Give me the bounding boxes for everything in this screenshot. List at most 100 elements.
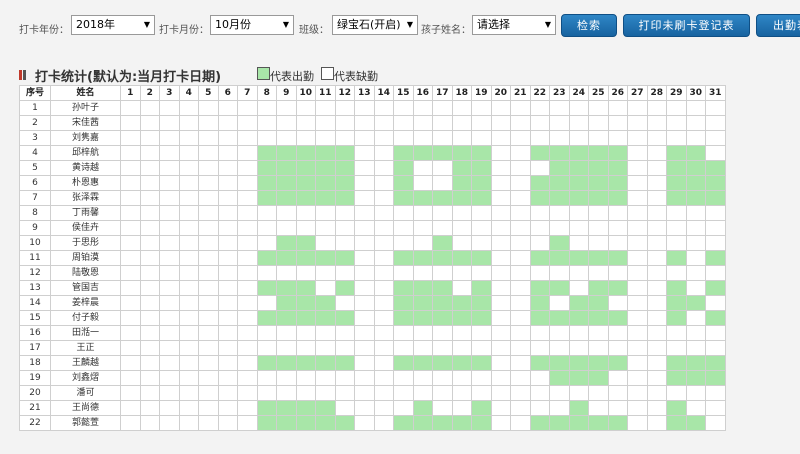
attendance-cell-absent [120, 205, 141, 221]
attendance-cell-absent [646, 235, 667, 251]
attendance-cell-present [276, 280, 297, 296]
attendance-sheet-button[interactable]: 出勤表 [756, 14, 800, 37]
column-header-day: 3 [159, 85, 180, 101]
attendance-cell-present [334, 415, 355, 431]
attendance-cell-absent [412, 325, 433, 341]
attendance-cell-present [529, 415, 550, 431]
attendance-cell-present [295, 415, 316, 431]
attendance-cell-absent [315, 235, 336, 251]
attendance-cell-present [412, 145, 433, 161]
attendance-cell-absent [549, 100, 570, 116]
attendance-cell-absent [471, 370, 492, 386]
attendance-cell-absent [139, 190, 160, 206]
attendance-cell-absent [549, 220, 570, 236]
attendance-cell-absent [646, 100, 667, 116]
attendance-cell-absent [373, 385, 394, 401]
child-name: 周铂漠 [50, 250, 121, 266]
year-select[interactable]: 2018年 ▼ [71, 15, 155, 35]
attendance-cell-absent [120, 400, 141, 416]
attendance-cell-absent [451, 325, 472, 341]
attendance-cell-present [412, 295, 433, 311]
attendance-cell-present [529, 175, 550, 191]
attendance-cell-absent [178, 280, 199, 296]
attendance-cell-absent [490, 175, 511, 191]
attendance-cell-absent [198, 250, 219, 266]
attendance-cell-absent [666, 385, 687, 401]
attendance-cell-absent [315, 115, 336, 131]
attendance-cell-absent [295, 205, 316, 221]
attendance-cell-present [393, 190, 414, 206]
attendance-cell-absent [510, 130, 531, 146]
attendance-cell-absent [159, 280, 180, 296]
attendance-cell-present [334, 280, 355, 296]
print-unpunched-button[interactable]: 打印未刷卡登记表 [623, 14, 750, 37]
attendance-cell-absent [705, 205, 726, 221]
attendance-cell-absent [588, 340, 609, 356]
attendance-cell-present [685, 295, 706, 311]
attendance-cell-absent [178, 100, 199, 116]
attendance-cell-absent [237, 115, 258, 131]
column-header-day: 7 [237, 85, 258, 101]
attendance-cell-absent [451, 100, 472, 116]
table-row: 11 周铂漠 [19, 250, 726, 266]
row-index: 16 [19, 325, 51, 341]
attendance-cell-present [276, 310, 297, 326]
row-index: 12 [19, 265, 51, 281]
column-header-day: 17 [432, 85, 453, 101]
attendance-cell-absent [490, 400, 511, 416]
attendance-cell-absent [276, 100, 297, 116]
chevron-down-icon: ▼ [282, 20, 289, 29]
attendance-cell-absent [705, 145, 726, 161]
attendance-cell-absent [178, 235, 199, 251]
child-name: 田湉一 [50, 325, 121, 341]
attendance-cell-absent [607, 220, 628, 236]
attendance-cell-absent [237, 100, 258, 116]
attendance-cell-absent [120, 175, 141, 191]
row-index: 9 [19, 220, 51, 236]
attendance-cell-absent [646, 175, 667, 191]
attendance-cell-absent [549, 325, 570, 341]
attendance-cell-absent [646, 205, 667, 221]
attendance-cell-absent [510, 370, 531, 386]
attendance-cell-absent [217, 175, 238, 191]
attendance-cell-absent [685, 130, 706, 146]
attendance-cell-present [393, 145, 414, 161]
attendance-cell-present [549, 415, 570, 431]
row-index: 18 [19, 355, 51, 371]
attendance-cell-absent [276, 115, 297, 131]
attendance-cell-absent [217, 280, 238, 296]
class-select[interactable]: 绿宝石(开启) ▼ [332, 15, 418, 35]
attendance-cell-absent [159, 355, 180, 371]
attendance-cell-absent [178, 205, 199, 221]
attendance-cell-present [588, 310, 609, 326]
attendance-cell-absent [120, 340, 141, 356]
attendance-cell-absent [315, 100, 336, 116]
attendance-cell-present [568, 400, 589, 416]
attendance-cell-present [666, 280, 687, 296]
attendance-cell-absent [627, 160, 648, 176]
month-select[interactable]: 10月份 ▼ [210, 15, 294, 35]
legend-present-label: 代表出勤 [270, 70, 314, 83]
search-button[interactable]: 检索 [561, 14, 617, 37]
attendance-cell-absent [217, 220, 238, 236]
row-index: 1 [19, 100, 51, 116]
child-select[interactable]: 请选择 ▼ [472, 15, 556, 35]
attendance-cell-absent [237, 370, 258, 386]
attendance-cell-absent [120, 295, 141, 311]
legend-present-swatch [257, 67, 270, 80]
attendance-cell-absent [685, 385, 706, 401]
attendance-cell-absent [607, 340, 628, 356]
attendance-cell-present [549, 280, 570, 296]
attendance-cell-absent [510, 190, 531, 206]
attendance-cell-absent [490, 220, 511, 236]
attendance-cell-absent [237, 265, 258, 281]
attendance-cell-absent [568, 220, 589, 236]
child-name: 陆敬恩 [50, 265, 121, 281]
attendance-cell-absent [315, 280, 336, 296]
attendance-cell-absent [139, 355, 160, 371]
attendance-cell-present [471, 250, 492, 266]
column-header-day: 25 [588, 85, 609, 101]
attendance-cell-absent [237, 145, 258, 161]
attendance-cell-absent [393, 235, 414, 251]
attendance-cell-absent [139, 370, 160, 386]
